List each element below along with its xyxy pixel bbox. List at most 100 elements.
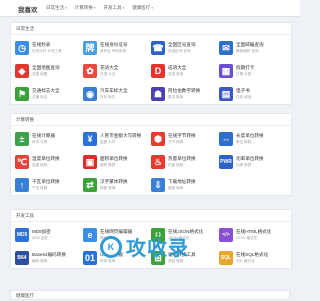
tool-card[interactable]: ☎ 全国区号查询 电话区号 查询 xyxy=(151,38,219,58)
tool-meta: 花语大全 花语 大全 xyxy=(100,65,118,77)
tool-name: 在线身份证号 xyxy=(100,42,128,47)
tool-name: 在线秒表 xyxy=(32,42,51,47)
tool-grid: ◷ 在线秒表 在线计时 计时工具牌在线身份证号 身份证 号码查询 ☎ 全国区号查询 电话区号… xyxy=(11,35,291,104)
tool-card[interactable]: SQL 在线SQL格式化 SQL 格式化 xyxy=(219,248,287,268)
tool-description: 在线计时 计时工具 xyxy=(32,49,62,53)
tool-meta: 在线秒表在线计时 计时工具 xyxy=(32,42,62,54)
tool-card[interactable]: PWR 功率单位转换 功率 换算 xyxy=(219,152,287,172)
tool-name: 千瓦单位转换 xyxy=(32,179,60,184)
chevron-down-icon: ▾ xyxy=(122,6,125,10)
tool-description: 简繁 转换 xyxy=(100,186,116,190)
map-icon: ◆ xyxy=(15,64,29,78)
ruler-icon: ⇔ xyxy=(219,132,233,146)
tool-card[interactable]: ℃ 温度单位转换 温度 换算 xyxy=(15,152,83,172)
nav-item-convert[interactable]: 计算转换▾ xyxy=(75,5,96,11)
site-brand[interactable]: 我喜欢 xyxy=(18,4,38,14)
tool-meta: 在线SQL格式化 SQL 格式化 xyxy=(236,252,268,264)
tool-name: 电子书 xyxy=(236,88,250,93)
section-title: 计算转换 xyxy=(11,114,291,126)
tool-card[interactable]: D 成语大全 成语 查询 xyxy=(151,61,219,81)
watermark-text: 攻收录 xyxy=(126,238,189,260)
tool-card[interactable]: B64 Base64编码转换 编码 转换 xyxy=(15,248,83,268)
people-icon: ☗ xyxy=(151,87,165,101)
book-icon: D xyxy=(151,64,165,78)
tool-meta: 热量单位转换 热量 换算 xyxy=(168,156,196,168)
nav-item-daily[interactable]: 日常生活▾ xyxy=(46,5,67,11)
tool-card[interactable]: ◆ 全国地图查询 全国 地图 xyxy=(15,61,83,81)
top-nav: 日常生活▾ 计算转换▾ 开发工具▾ 健康医疗▾ xyxy=(46,5,153,11)
tool-meta: 下载地址转换 链接 转换 xyxy=(168,179,196,191)
tool-description: 面积 换算 xyxy=(100,163,116,167)
thermometer-icon: ℃ xyxy=(15,155,29,169)
tool-description: 字节 换算 xyxy=(168,140,184,144)
chevron-down-icon: ▾ xyxy=(65,6,67,10)
tool-meta: 面积单位转换 面积 换算 xyxy=(100,156,128,168)
tool-card[interactable]: ▦ 假期打卡 日期 计算 xyxy=(219,61,287,81)
tool-name: 全国地图查询 xyxy=(32,65,60,70)
tool-name: 阿拉伯数字转换 xyxy=(168,88,201,93)
nav-item-health[interactable]: 健康医疗▾ xyxy=(132,5,153,11)
tool-description: 科学 计算 xyxy=(32,140,48,144)
tool-card[interactable]: ± 在线计算器 科学 计算 xyxy=(15,129,83,149)
top-bar: 我喜欢 日常生活▾ 计算转换▾ 开发工具▾ 健康医疗▾ xyxy=(0,0,300,17)
tool-meta: 全国邮编查询 邮政编码 查询 xyxy=(236,42,264,54)
tool-card[interactable]: ⇔ 长度单位转换 单位 换算 xyxy=(219,129,287,149)
arrows-icon: ⇄ xyxy=(83,178,97,192)
tool-meta: 汽车车标大全 汽车 标志 xyxy=(100,88,128,100)
tool-meta: 长度单位转换 单位 换算 xyxy=(236,133,264,145)
browser-icon: e xyxy=(83,228,97,242)
fire-icon: ♨ xyxy=(151,155,165,169)
tool-name: 假期打卡 xyxy=(236,65,255,70)
tool-card[interactable]: ☗ 阿拉伯数字转换 数字 转换 xyxy=(151,84,219,104)
tool-name: MD5加密 xyxy=(32,229,51,234)
tool-description: 功率 换算 xyxy=(236,163,252,167)
tool-description: 花语 大全 xyxy=(100,72,116,76)
tool-card[interactable]: </> 在线HTML格式化 HTML 格式化 xyxy=(219,225,287,245)
tool-card[interactable]: ✿ 花语大全 花语 大全 xyxy=(83,61,151,81)
tool-card[interactable]: ⇄ 汉字繁体转换 简繁 转换 xyxy=(83,175,151,195)
calendar-icon: ▦ xyxy=(219,64,233,78)
tool-name: 在线字节转换 xyxy=(168,133,196,138)
tool-description: SQL 格式化 xyxy=(236,259,255,263)
tool-description: 在线 阅读 xyxy=(236,95,252,99)
mail-icon: ✉ xyxy=(219,41,233,55)
power-icon: PWR xyxy=(219,155,233,169)
tool-card[interactable]: ↑ 千瓦单位转换 千瓦 换算 xyxy=(15,175,83,195)
tool-card[interactable]: ▤ 电子书 在线 阅读 xyxy=(219,84,287,104)
area-icon: ▣ xyxy=(83,155,97,169)
tool-meta: 在线计算器科学 计算 xyxy=(32,133,55,145)
tool-card[interactable]: ◷ 在线秒表 在线计时 计时工具 xyxy=(15,38,83,58)
tool-card[interactable]: ⇩ 下载地址转换 链接 转换 xyxy=(151,175,219,195)
tool-name: 汽车车标大全 xyxy=(100,88,128,93)
tool-card[interactable]: ⬢ 在线字节转换 字节 换算 xyxy=(151,129,219,149)
tool-card[interactable]: MD5 MD5加密 MD5 加密 xyxy=(15,225,83,245)
tool-card[interactable]: 牌在线身份证号 身份证 号码查询 xyxy=(83,38,151,58)
tool-meta: 功率单位转换 功率 换算 xyxy=(236,156,264,168)
tool-description: 单位 换算 xyxy=(236,140,252,144)
cube-icon: ⬢ xyxy=(151,132,165,146)
section-title: 日常生活 xyxy=(11,23,291,35)
tool-description: 交通 标志 xyxy=(32,95,48,99)
tool-description: 链接 转换 xyxy=(168,186,184,190)
code-icon: </> xyxy=(219,228,233,242)
currency-icon: ¥ xyxy=(83,132,97,146)
tool-name: 在线计算器 xyxy=(32,133,55,138)
tool-grid: ± 在线计算器 科学 计算 ¥ 人民币金额大写转换 金额 大写 ⬢ 在线字节转换 字节 换算 ⇔ 长… xyxy=(11,126,291,195)
tool-meta: 在线字节转换 字节 换算 xyxy=(168,133,196,145)
tool-card[interactable]: ▣ 面积单位转换 面积 换算 xyxy=(83,152,151,172)
thermo-icon: ↑ xyxy=(15,178,29,192)
car-icon: ◉ xyxy=(83,87,97,101)
tool-description: 全国 地图 xyxy=(32,72,48,76)
tool-card[interactable]: ♨ 热量单位转换 热量 换算 xyxy=(151,152,219,172)
watermark-logo-icon: K xyxy=(100,235,122,258)
tool-card[interactable]: ¥ 人民币金额大写转换 金额 大写 xyxy=(83,129,151,149)
tool-meta: 人民币金额大写转换 金额 大写 xyxy=(100,133,141,145)
tool-meta: 全国区号查询 电话区号 查询 xyxy=(168,42,196,54)
tool-meta: MD5加密 MD5 加密 xyxy=(32,229,51,241)
tool-meta: 电子书 在线 阅读 xyxy=(236,88,251,100)
nav-item-dev[interactable]: 开发工具▾ xyxy=(104,5,125,11)
tool-card[interactable]: ◉ 汽车车标大全 汽车 标志 xyxy=(83,84,151,104)
tool-card[interactable]: ⚑ 交通标志大全 交通 标志 xyxy=(15,84,83,104)
tool-description: 金额 大写 xyxy=(100,140,116,144)
tool-card[interactable]: ✉ 全国邮编查询 邮政编码 查询 xyxy=(219,38,287,58)
